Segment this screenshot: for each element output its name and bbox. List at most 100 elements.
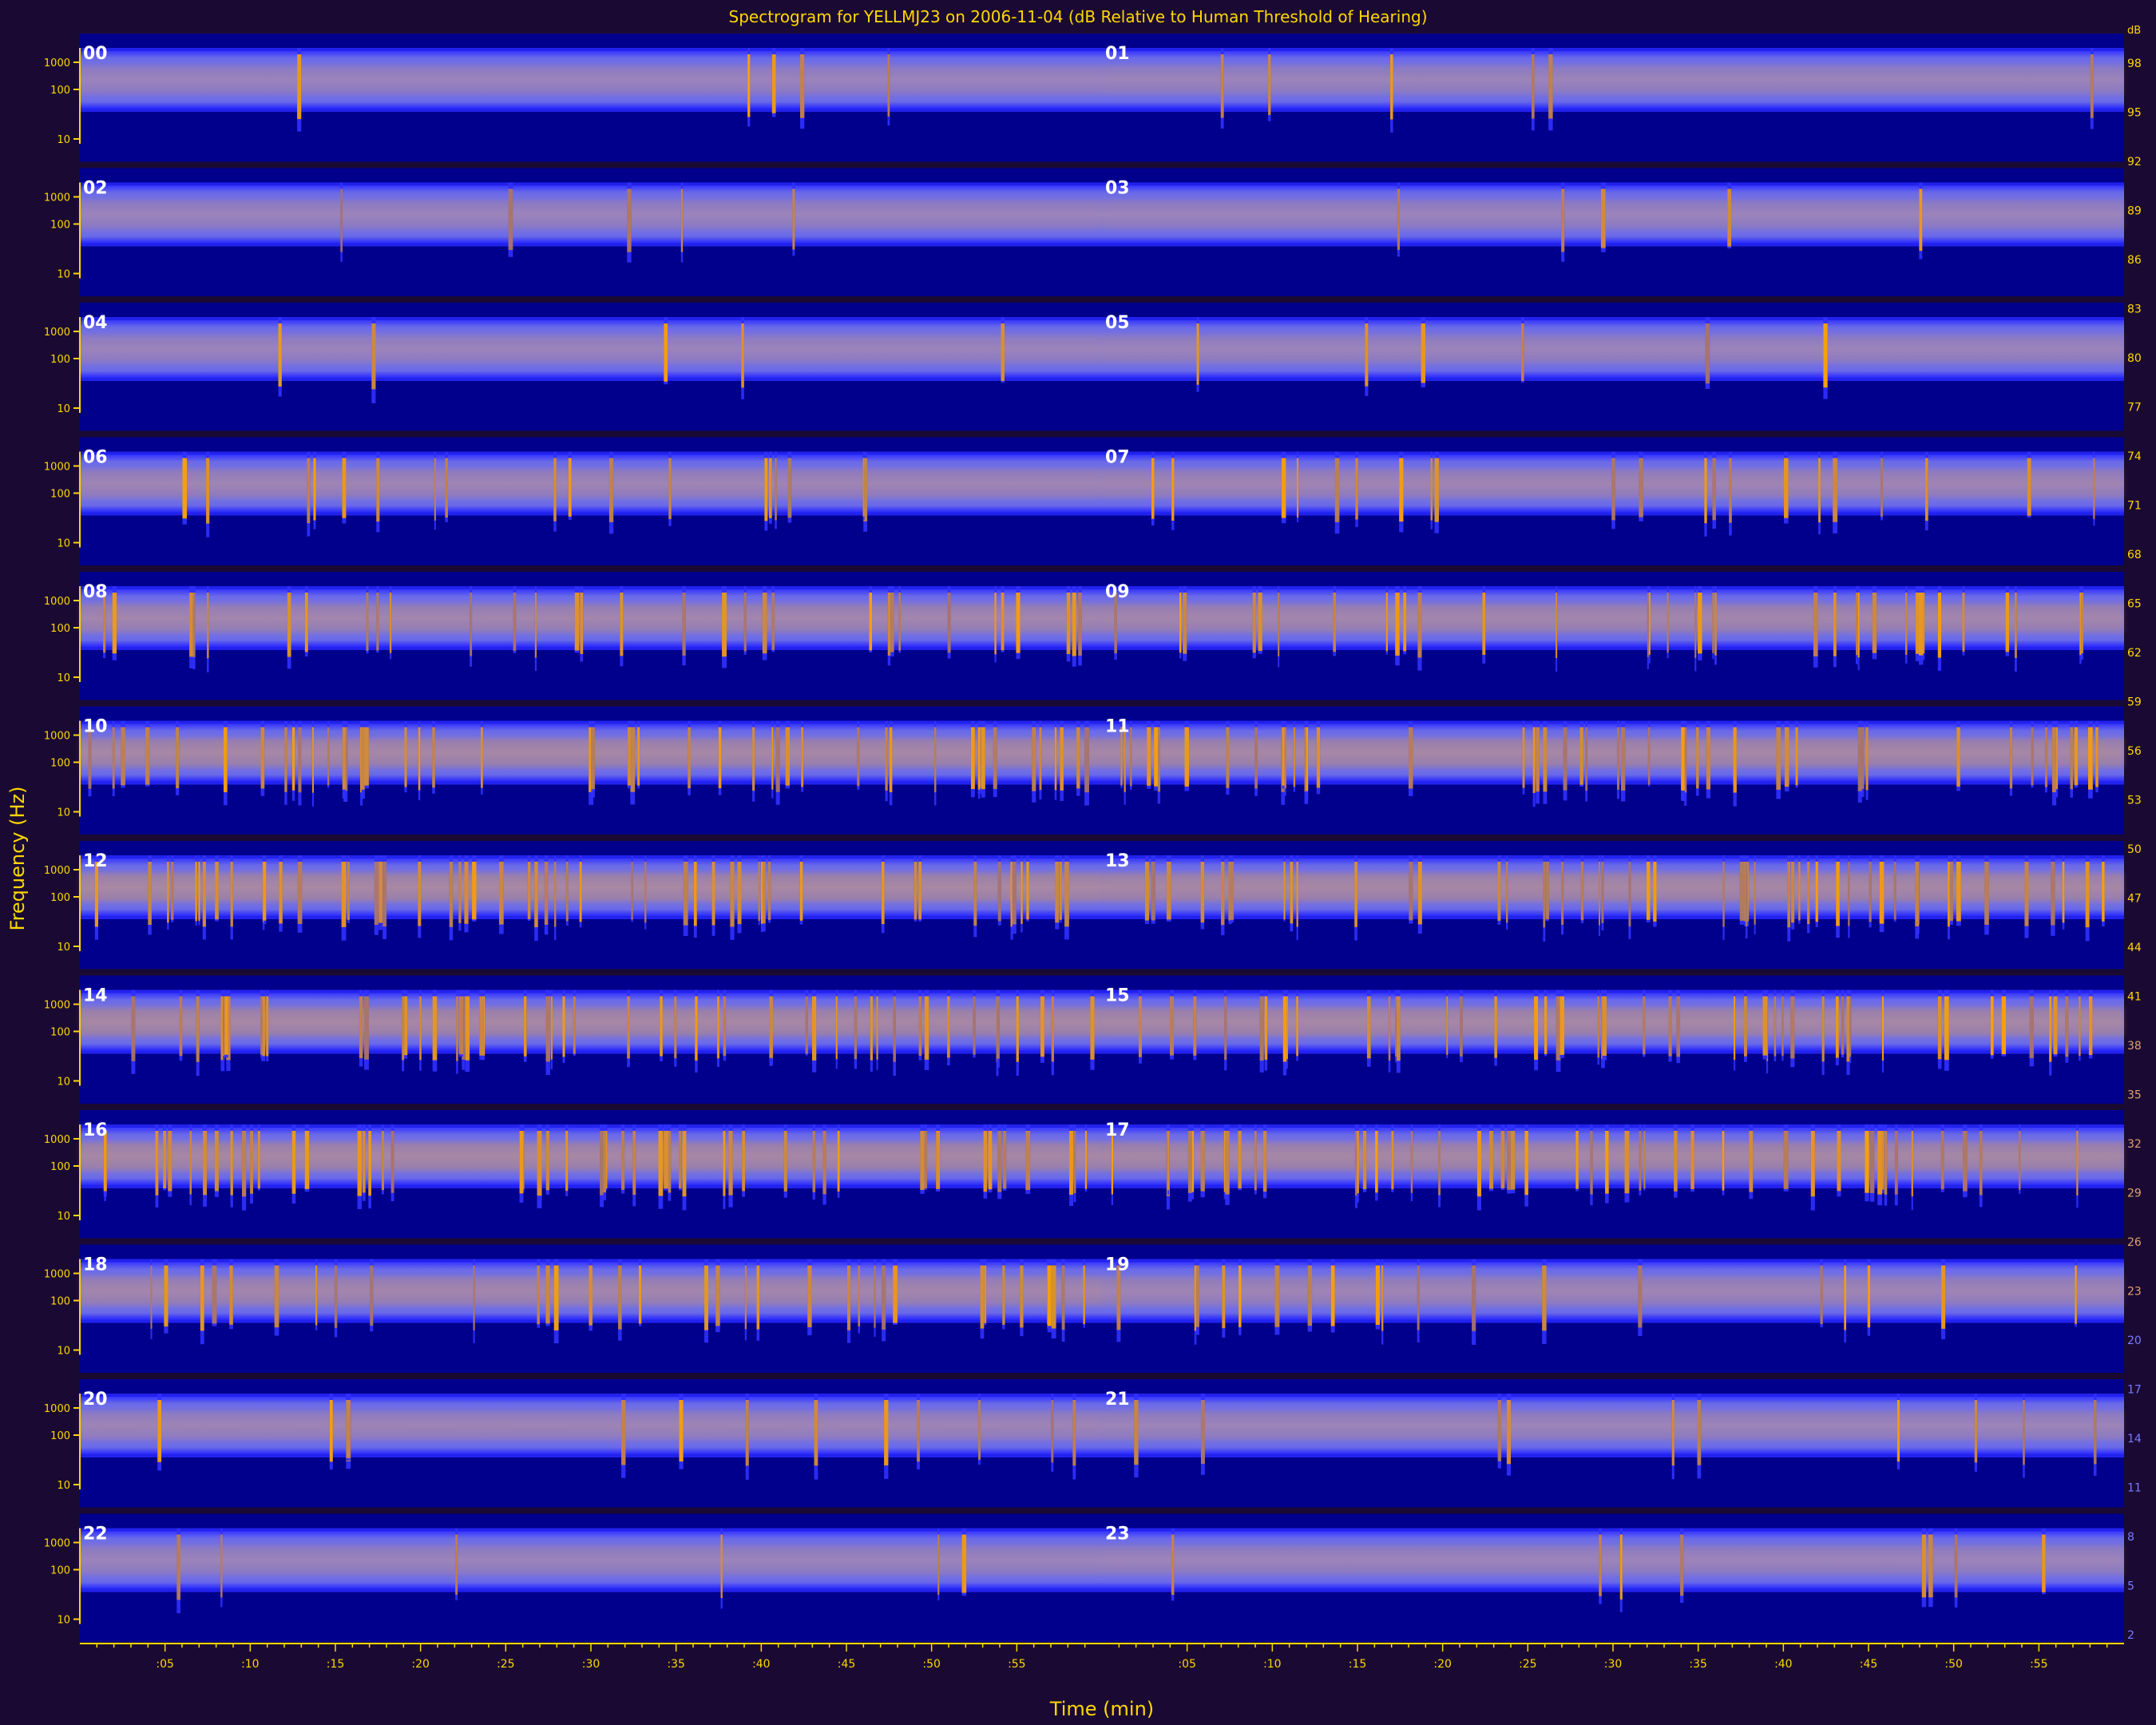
- burst-mark: [674, 996, 677, 1059]
- burst-mark: [1667, 593, 1669, 653]
- burst-mark: [1915, 862, 1920, 926]
- burst-mark: [1865, 727, 1869, 791]
- burst-mark: [223, 727, 228, 792]
- burst-mark: [508, 188, 513, 250]
- burst-mark: [775, 727, 780, 792]
- y-tick-label: 100: [50, 220, 70, 232]
- burst-mark: [1220, 54, 1224, 118]
- burst-mark: [94, 862, 99, 927]
- burst-mark: [1222, 1265, 1226, 1329]
- burst-mark: [1391, 1131, 1394, 1190]
- burst-mark: [163, 1131, 167, 1189]
- burst-mark: [2051, 727, 2057, 793]
- burst-mark: [1507, 1131, 1512, 1190]
- burst-mark: [1602, 996, 1607, 1056]
- burst-mark: [230, 862, 233, 927]
- burst-mark: [1366, 996, 1371, 1059]
- burst-mark: [1698, 593, 1702, 654]
- colorbar-value: 92: [2127, 156, 2142, 169]
- colorbar-value: 32: [2127, 1138, 2142, 1151]
- spectrogram-row: 1000 100 10 02 03: [44, 168, 2124, 296]
- burst-mark: [1647, 593, 1649, 657]
- x-tick-label: :35: [667, 1658, 685, 1671]
- burst-mark: [1944, 996, 1949, 1061]
- burst-mark: [1979, 1131, 1983, 1196]
- burst-mark: [1051, 996, 1054, 1062]
- burst-mark: [1940, 1131, 1944, 1190]
- burst-mark: [822, 1131, 826, 1195]
- burst-mark: [884, 1400, 889, 1465]
- burst-mark: [1055, 862, 1060, 923]
- burst-mark: [1872, 593, 1877, 653]
- burst-mark: [1408, 727, 1413, 789]
- burst-mark: [195, 862, 197, 922]
- burst-mark: [364, 727, 369, 786]
- burst-mark: [1722, 1131, 1725, 1191]
- burst-mark: [970, 727, 975, 789]
- y-tick-label: 1000: [44, 731, 70, 743]
- burst-mark: [2001, 996, 2007, 1055]
- burst-mark: [1282, 727, 1285, 786]
- x-tick-label: :40: [1774, 1658, 1793, 1671]
- burst-mark: [456, 996, 458, 1061]
- burst-mark: [1072, 1400, 1076, 1466]
- spectrogram-chart: Spectrogram for YELLMJ23 on 2006-11-04 (…: [6, 7, 2142, 1720]
- colorbar-value: 41: [2127, 991, 2142, 1004]
- burst-mark: [148, 862, 152, 926]
- hour-label: 17: [1105, 1120, 1130, 1140]
- burst-mark: [382, 862, 387, 927]
- x-tick-label: :25: [497, 1658, 515, 1671]
- burst-mark: [150, 1265, 153, 1329]
- burst-mark: [1881, 458, 1883, 518]
- burst-mark: [1016, 593, 1021, 653]
- burst-mark: [1795, 727, 1798, 786]
- burst-mark: [278, 323, 282, 387]
- burst-mark: [1734, 996, 1736, 1061]
- band-haze: [1102, 1007, 2124, 1037]
- burst-mark: [620, 593, 624, 656]
- burst-mark: [682, 1131, 687, 1197]
- burst-mark: [1472, 1265, 1476, 1331]
- y-tick-label: 10: [57, 134, 70, 146]
- hour-label: 11: [1105, 717, 1130, 737]
- burst-mark: [2023, 1400, 2025, 1465]
- burst-mark: [1051, 1400, 1054, 1463]
- burst-mark: [1076, 727, 1080, 789]
- burst-mark: [608, 458, 614, 522]
- hour-label: 18: [83, 1255, 108, 1275]
- burst-mark: [176, 1534, 180, 1600]
- burst-mark: [1532, 727, 1536, 793]
- burst-mark: [997, 1131, 1002, 1192]
- burst-mark: [961, 1534, 967, 1593]
- burst-mark: [973, 862, 977, 926]
- burst-mark: [1781, 996, 1784, 1057]
- x-tick-label: :30: [1604, 1658, 1623, 1671]
- burst-mark: [2009, 727, 2013, 789]
- burst-mark: [1856, 593, 1858, 656]
- burst-mark: [1254, 1131, 1257, 1191]
- burst-mark: [2055, 727, 2059, 790]
- burst-mark: [1061, 1265, 1065, 1330]
- colorbar-value: 98: [2127, 58, 2142, 70]
- burst-mark: [1438, 1131, 1441, 1196]
- burst-mark: [155, 1131, 159, 1196]
- burst-mark: [291, 1131, 296, 1194]
- burst-mark: [716, 996, 719, 1059]
- burst-mark: [1941, 1265, 1946, 1329]
- burst-mark: [1869, 862, 1872, 922]
- hour-label: 12: [83, 851, 108, 871]
- burst-mark: [799, 54, 805, 118]
- burst-mark: [297, 54, 302, 120]
- hour-label: 09: [1105, 582, 1130, 602]
- burst-mark: [291, 727, 295, 791]
- y-tick-label: 100: [50, 1565, 70, 1577]
- burst-mark: [870, 996, 873, 1061]
- burst-mark: [1254, 727, 1258, 789]
- burst-mark: [1676, 996, 1681, 1057]
- burst-mark: [297, 862, 303, 924]
- colorbar-value: 44: [2127, 942, 2142, 954]
- y-tick-label: 10: [57, 1480, 70, 1492]
- burst-mark: [1561, 862, 1564, 925]
- burst-mark: [1722, 862, 1725, 927]
- band-haze: [80, 200, 1102, 229]
